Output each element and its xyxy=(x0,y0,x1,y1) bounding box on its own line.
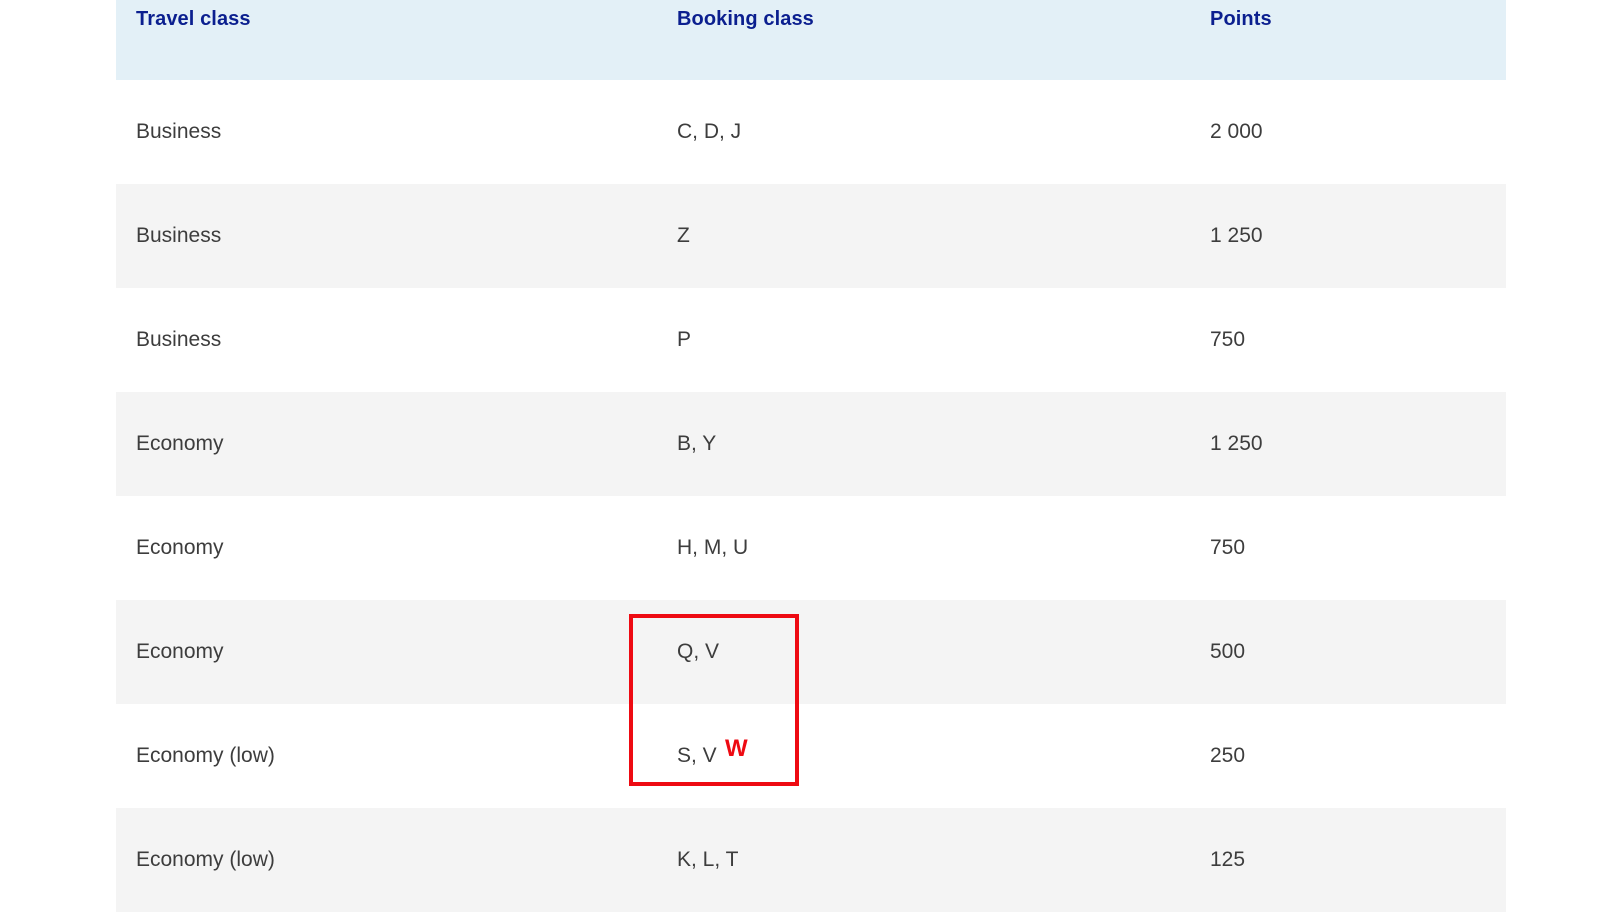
highlight-annotation-box xyxy=(629,614,799,786)
table-row: Economy B, Y 1 250 xyxy=(116,392,1506,496)
cell-booking-class: P xyxy=(677,328,692,351)
cell-points: 1 250 xyxy=(1210,432,1263,455)
column-header-points: Points xyxy=(1210,8,1272,30)
cell-points: 500 xyxy=(1210,640,1246,663)
column-header-booking-class: Booking class xyxy=(677,8,814,30)
points-table-container: Travel class Booking class Points Busine… xyxy=(116,0,1506,912)
table-row: Economy (low) S, V 250 xyxy=(116,704,1506,808)
table-row: Economy Q, V 500 xyxy=(116,600,1506,704)
table-row: Business Z 1 250 xyxy=(116,184,1506,288)
cell-points: 1 250 xyxy=(1210,224,1263,247)
table-header: Travel class Booking class Points xyxy=(116,0,1506,80)
cell-booking-class: Z xyxy=(677,224,690,247)
table-body: Business C, D, J 2 000 Business Z 1 250 … xyxy=(116,80,1506,912)
table-header-row: Travel class Booking class Points xyxy=(116,0,1506,80)
cell-travel-class: Economy (low) xyxy=(136,848,275,871)
cell-travel-class: Economy xyxy=(136,640,224,663)
table-row: Business C, D, J 2 000 xyxy=(116,80,1506,184)
cell-points: 125 xyxy=(1210,848,1246,871)
points-table: Travel class Booking class Points Busine… xyxy=(116,0,1506,912)
table-row: Business P 750 xyxy=(116,288,1506,392)
cell-travel-class: Business xyxy=(136,328,222,351)
cell-travel-class: Economy xyxy=(136,432,224,455)
annotation-mark: W xyxy=(725,735,748,762)
cell-booking-class: H, M, U xyxy=(677,536,749,559)
cell-travel-class: Economy xyxy=(136,536,224,559)
cell-booking-class: K, L, T xyxy=(677,848,739,871)
cell-travel-class: Business xyxy=(136,224,222,247)
cell-travel-class: Economy (low) xyxy=(136,744,275,767)
column-header-travel-class: Travel class xyxy=(136,8,251,30)
table-row: Economy H, M, U 750 xyxy=(116,496,1506,600)
cell-points: 750 xyxy=(1210,328,1246,351)
cell-points: 250 xyxy=(1210,744,1246,767)
table-row: Economy (low) K, L, T 125 xyxy=(116,808,1506,912)
cell-points: 750 xyxy=(1210,536,1246,559)
cell-points: 2 000 xyxy=(1210,120,1263,143)
cell-booking-class: C, D, J xyxy=(677,120,742,143)
cell-travel-class: Business xyxy=(136,120,222,143)
cell-booking-class: B, Y xyxy=(677,432,717,455)
